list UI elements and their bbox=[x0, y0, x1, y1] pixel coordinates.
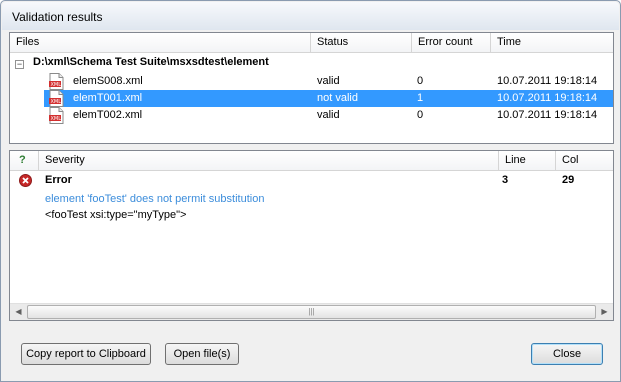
file-status: valid bbox=[317, 109, 340, 121]
column-header-status[interactable]: Status bbox=[311, 33, 412, 53]
file-status: not valid bbox=[317, 92, 358, 104]
xml-file-icon: XML bbox=[49, 90, 64, 107]
column-header-files[interactable]: Files bbox=[10, 33, 311, 53]
window-title: Validation results bbox=[12, 10, 103, 24]
error-row[interactable]: Error 3 29 bbox=[10, 172, 613, 188]
file-time: 10.07.2011 19:18:14 bbox=[497, 75, 598, 87]
tree-collapse-toggle[interactable]: − bbox=[15, 60, 24, 69]
scrollbar-thumb[interactable]: ||| bbox=[27, 305, 596, 319]
files-table: Files Status Error count Time − D:\xml\S… bbox=[9, 32, 614, 144]
errors-table: ? Severity Line Col Error 3 29 element '… bbox=[9, 150, 614, 321]
file-row[interactable]: XML elemS008.xml valid 0 10.07.2011 19:1… bbox=[10, 73, 613, 90]
folder-root-path[interactable]: D:\xml\Schema Test Suite\msxsdtest\eleme… bbox=[33, 56, 269, 68]
validation-results-dialog: Validation results Files Status Error co… bbox=[0, 0, 621, 382]
column-header-severity[interactable]: Severity bbox=[39, 151, 499, 171]
file-status: valid bbox=[317, 75, 340, 87]
copy-report-button[interactable]: Copy report to Clipboard bbox=[21, 343, 151, 365]
file-name: elemS008.xml bbox=[73, 75, 143, 87]
error-line: 3 bbox=[502, 174, 509, 186]
file-name: elemT002.xml bbox=[73, 109, 143, 121]
title-bar[interactable]: Validation results bbox=[2, 2, 619, 30]
error-snippet: <fooTest xsi:type="myType"> bbox=[45, 209, 187, 221]
open-files-button[interactable]: Open file(s) bbox=[165, 343, 239, 365]
file-row[interactable]: XML elemT002.xml valid 0 10.07.2011 19:1… bbox=[10, 107, 613, 124]
file-time: 10.07.2011 19:18:14 bbox=[497, 92, 598, 104]
svg-text:XML: XML bbox=[51, 82, 62, 88]
scroll-left-icon[interactable]: ◀ bbox=[10, 304, 27, 320]
svg-text:XML: XML bbox=[51, 116, 62, 122]
column-header-col[interactable]: Col bbox=[556, 151, 613, 171]
column-header-error-count[interactable]: Error count bbox=[412, 33, 491, 53]
error-message[interactable]: element 'fooTest' does not permit substi… bbox=[45, 193, 264, 205]
file-error-count: 0 bbox=[417, 75, 424, 87]
svg-text:XML: XML bbox=[51, 99, 62, 105]
scroll-right-icon[interactable]: ▶ bbox=[596, 304, 613, 320]
error-col: 29 bbox=[562, 174, 575, 186]
column-header-line[interactable]: Line bbox=[499, 151, 556, 171]
file-error-count: 1 bbox=[417, 92, 424, 104]
error-x-icon bbox=[19, 174, 32, 187]
horizontal-scrollbar[interactable]: ◀ ||| ▶ bbox=[10, 303, 613, 320]
file-name: elemT001.xml bbox=[73, 92, 143, 104]
xml-file-icon: XML bbox=[49, 73, 64, 90]
column-header-flag[interactable]: ? bbox=[10, 151, 39, 171]
column-header-time[interactable]: Time bbox=[491, 33, 613, 53]
error-severity: Error bbox=[45, 174, 72, 186]
file-row-selected[interactable]: XML elemT001.xml not valid 1 10.07.2011 … bbox=[44, 90, 613, 107]
file-error-count: 0 bbox=[417, 109, 424, 121]
file-time: 10.07.2011 19:18:14 bbox=[497, 109, 598, 121]
close-button[interactable]: Close bbox=[531, 343, 603, 365]
xml-file-icon: XML bbox=[49, 107, 64, 124]
